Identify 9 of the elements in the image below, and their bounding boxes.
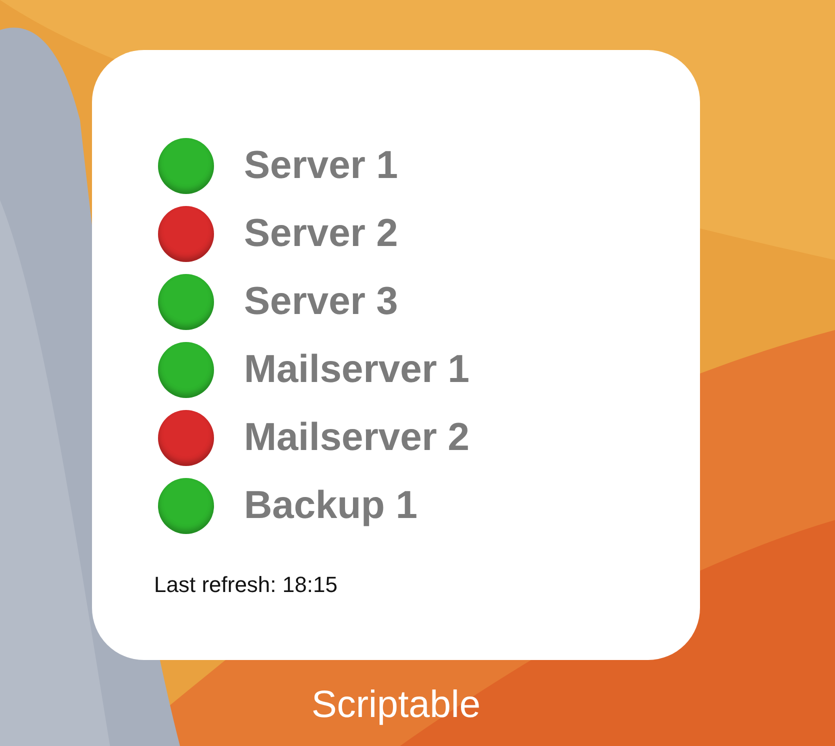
server-name: Mailserver 2 <box>244 416 470 460</box>
server-name: Server 2 <box>244 212 398 256</box>
server-name: Backup 1 <box>244 484 418 528</box>
last-refresh: Last refresh: 18:15 <box>154 572 338 598</box>
server-name: Mailserver 1 <box>244 348 470 392</box>
widget-card[interactable]: Server 1 Server 2 Server 3 Mailserver 1 Mailserver 2 Backup 1 Last refresh: 18:15 <box>92 50 700 660</box>
server-name: Server 3 <box>244 280 398 324</box>
server-name: Server 1 <box>244 144 398 188</box>
app-label: Scriptable <box>310 684 482 727</box>
